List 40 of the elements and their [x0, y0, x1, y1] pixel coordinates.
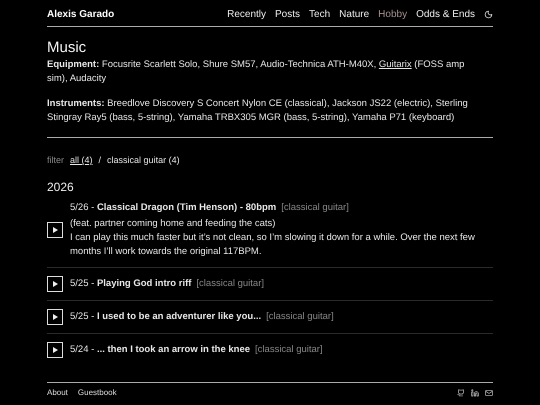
footer-link[interactable]: Guestbook	[78, 388, 117, 397]
footer-link[interactable]: About	[47, 388, 68, 397]
nav-link[interactable]: Tech	[309, 8, 330, 20]
entry-tag: [classical guitar]	[266, 310, 334, 324]
play-icon	[52, 314, 58, 320]
filter-label: filter	[47, 155, 64, 165]
year-heading: 2026	[47, 180, 75, 194]
entry-description: I can play this much faster but it’s not clean, so I’m slowing it down for a while. Over the next few months I’ll work towards the original 117BPM.	[70, 231, 476, 259]
play-button[interactable]	[47, 222, 63, 238]
play-button[interactable]	[47, 309, 63, 325]
entry-tag: [classical guitar]	[281, 201, 349, 215]
instruments-text: Instruments: Breedlove Discovery S Concert Nylon CE (classical), Jackson JS22 (electric), Sterling Stingray Ray5 (bass, 5-string), Yamaha TRBX305 MGR (bass, 5-string), Yamaha P71 (keyboard)	[47, 97, 469, 125]
entry-title[interactable]: 5/24 - ... then I took an arrow in the knee	[70, 343, 250, 357]
entry-note: (feat. partner coming home and feeding the cats)	[70, 217, 276, 231]
entry-tag: [classical guitar]	[196, 277, 264, 291]
nav-link[interactable]: Posts	[275, 8, 300, 20]
linkedin-icon[interactable]	[471, 388, 479, 396]
nav-link[interactable]: Recently	[227, 8, 266, 20]
entry-tag: [classical guitar]	[255, 343, 323, 357]
equipment-text: Equipment: Focusrite Scarlett Solo, Shure SM57, Audio-Technica ATH-M40X, Guitarix (FOSS amp sim), Audacity	[47, 58, 466, 86]
filter-option[interactable]: all (4)	[70, 155, 93, 165]
filter-separator: /	[98, 155, 102, 165]
play-button[interactable]	[47, 276, 63, 292]
github-icon[interactable]	[457, 388, 465, 396]
entry-title[interactable]: 5/25 - Playing God intro riff	[70, 277, 192, 291]
entry-title[interactable]: 5/25 - I used to be an adventurer like you...	[70, 310, 262, 324]
page-title: Music	[47, 39, 88, 56]
play-icon	[52, 347, 58, 353]
play-icon	[52, 281, 58, 287]
theme-toggle-icon[interactable]	[484, 10, 493, 18]
nav-link[interactable]: Odds & Ends	[416, 8, 475, 20]
nav-link[interactable]: Nature	[339, 8, 370, 20]
play-button[interactable]	[47, 342, 63, 358]
filter-option[interactable]: classical guitar (4)	[107, 155, 180, 165]
site-title[interactable]: Alexis Garado	[47, 8, 114, 20]
play-icon	[52, 227, 58, 233]
entry-title[interactable]: 5/26 - Classical Dragon (Tim Henson) - 80bpm	[70, 201, 276, 215]
mail-icon[interactable]	[485, 388, 493, 396]
nav-link[interactable]: Hobby	[378, 8, 408, 20]
guitarix-link[interactable]: Guitarix	[378, 59, 412, 70]
